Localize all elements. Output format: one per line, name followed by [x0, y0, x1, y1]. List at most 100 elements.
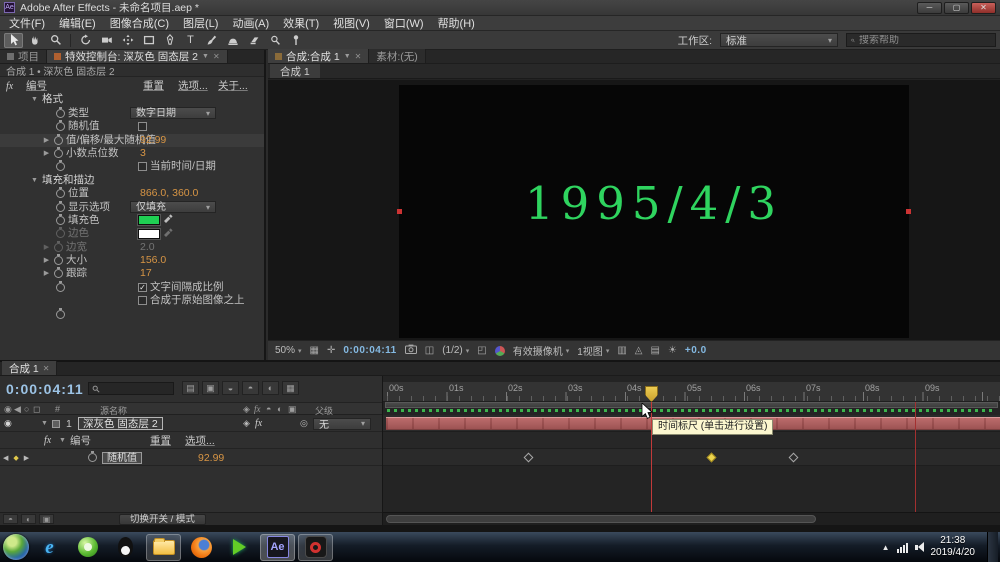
layer-handle-right[interactable]	[906, 209, 911, 214]
add-keyframe-icon[interactable]: ◆	[13, 454, 20, 462]
motion-blur-toggle-icon[interactable]: ▣	[39, 514, 54, 524]
twirl-icon[interactable]: ▶	[42, 267, 51, 280]
type-dropdown[interactable]: 数字日期	[130, 107, 216, 119]
taskbar-qq-icon[interactable]	[108, 534, 143, 561]
help-search-input[interactable]	[859, 35, 991, 46]
pen-tool[interactable]	[160, 33, 179, 48]
menu-window[interactable]: 窗口(W)	[377, 15, 431, 31]
stopwatch-icon[interactable]	[54, 243, 63, 252]
stopwatch-icon[interactable]	[56, 122, 65, 131]
taskbar-after-effects-icon[interactable]: Ae	[260, 534, 295, 561]
proportional-checkbox[interactable]: ✓	[138, 283, 147, 292]
menu-composition[interactable]: 图像合成(C)	[103, 15, 176, 31]
grid-guides-icon[interactable]: ▦	[310, 345, 319, 356]
timeline-tab[interactable]: 合成 1 ✕	[2, 361, 57, 375]
taskbar-clock[interactable]: 21:38 2019/4/20	[931, 535, 976, 559]
eyedropper-icon[interactable]	[163, 227, 173, 241]
panel-menu-icon[interactable]: ▼	[202, 53, 209, 60]
panel-menu-icon[interactable]: ▼	[344, 53, 351, 60]
menu-effect[interactable]: 效果(T)	[276, 15, 326, 31]
layer-row[interactable]: ◉ ▼ 1 深灰色 固态层 2 ◈ fx ◎ 无	[0, 415, 382, 432]
parent-pickwhip-icon[interactable]: ◎	[300, 418, 308, 429]
network-icon[interactable]	[897, 542, 908, 553]
zoom-tool[interactable]	[46, 33, 65, 48]
puppet-pin-tool[interactable]	[286, 33, 305, 48]
twirl-icon[interactable]: ▼	[58, 437, 67, 444]
scrollbar-thumb[interactable]	[386, 515, 816, 523]
random-checkbox[interactable]	[138, 122, 147, 131]
tracking-value[interactable]: 17	[140, 267, 152, 280]
stopwatch-icon[interactable]	[54, 149, 63, 158]
mini-flowchart-icon[interactable]: ▤	[650, 345, 659, 356]
display-options-dropdown[interactable]: 仅填充	[130, 201, 216, 213]
mini-flowchart-icon[interactable]: ▤	[182, 381, 199, 395]
timeline-effect-name[interactable]: 编号	[70, 433, 91, 448]
keyframe-icon[interactable]	[524, 453, 534, 463]
tab-project[interactable]: 项目	[0, 50, 47, 63]
draft-3d-icon[interactable]: ▣	[202, 381, 219, 395]
decimal-number[interactable]: 3	[140, 147, 146, 160]
twirl-icon[interactable]: ▶	[42, 147, 51, 160]
roto-brush-tool[interactable]	[265, 33, 284, 48]
timeline-search-input[interactable]	[103, 384, 170, 394]
stopwatch-icon[interactable]	[56, 189, 65, 198]
selection-tool[interactable]	[4, 33, 23, 48]
effect-name[interactable]: 编号	[26, 80, 47, 93]
eye-icon[interactable]: ◉	[4, 418, 12, 429]
size-value[interactable]: 156.0	[140, 254, 166, 267]
stroke-width-value[interactable]: 2.0	[140, 241, 155, 254]
stroke-color-swatch[interactable]	[138, 229, 160, 239]
value-number[interactable]: 92.99	[140, 134, 166, 147]
snapshot-icon[interactable]	[405, 344, 417, 357]
keyframe-icon-selected[interactable]	[707, 453, 717, 463]
show-snapshot-icon[interactable]: ◫	[425, 345, 434, 356]
hand-tool[interactable]	[25, 33, 44, 48]
maximize-button[interactable]: ▢	[944, 2, 969, 14]
stopwatch-icon[interactable]	[56, 203, 65, 212]
brush-tool[interactable]	[202, 33, 221, 48]
taskbar-media-icon[interactable]	[222, 534, 257, 561]
stopwatch-icon[interactable]	[56, 229, 65, 238]
graph-editor-icon[interactable]: ▦	[282, 381, 299, 395]
tab-composition[interactable]: 合成:合成 1 ▼ ✕	[268, 49, 369, 63]
comp-tab[interactable]: 合成 1	[270, 64, 320, 78]
twirl-icon[interactable]: ▶	[42, 254, 51, 267]
volume-icon[interactable]	[915, 542, 924, 552]
property-value[interactable]: 92.99	[198, 452, 224, 464]
start-button[interactable]	[3, 534, 29, 560]
text-tool[interactable]: T	[181, 33, 200, 48]
property-row[interactable]: ◀ ◆ ▶ 随机值 92.99	[0, 449, 382, 466]
stopwatch-icon[interactable]	[56, 310, 65, 319]
close-button[interactable]: ✕	[971, 2, 996, 14]
tray-expand-icon[interactable]: ▲	[882, 543, 890, 552]
twirl-icon[interactable]: ▼	[30, 174, 39, 187]
hide-shy-icon[interactable]: ◒	[222, 381, 239, 395]
quality-switch-icon[interactable]: ◈	[243, 418, 250, 429]
position-value[interactable]: 866.0, 360.0	[140, 187, 198, 200]
menu-edit[interactable]: 编辑(E)	[52, 15, 103, 31]
taskbar-recorder-icon[interactable]	[298, 534, 333, 561]
stopwatch-icon[interactable]	[56, 283, 65, 292]
twirl-icon[interactable]: ▶	[42, 134, 51, 147]
viewport-pasteboard[interactable]: 1995/4/3	[268, 80, 1000, 340]
fast-preview-icon[interactable]: ◬	[635, 345, 643, 356]
twirl-icon[interactable]: ▶	[42, 241, 51, 254]
twirl-icon[interactable]: ▼	[40, 420, 49, 427]
magnification-dropdown[interactable]: 50%	[275, 345, 302, 356]
layer-handle-left[interactable]	[397, 209, 402, 214]
workspace-dropdown[interactable]: 标准	[720, 33, 838, 47]
taskbar-browser-icon[interactable]	[70, 534, 105, 561]
current-timecode[interactable]: 0:00:04:11	[6, 381, 84, 397]
frame-blend-toggle-icon[interactable]: ◐	[21, 514, 36, 524]
motion-blur-icon[interactable]: ◐	[262, 381, 279, 395]
effect-about-button[interactable]: 关于...	[218, 80, 248, 93]
camera-tool[interactable]	[97, 33, 116, 48]
stopwatch-icon[interactable]	[54, 269, 63, 278]
group-format-row[interactable]: ▼格式	[0, 93, 264, 106]
tab-footage[interactable]: 素材:(无)	[369, 49, 425, 63]
menu-help[interactable]: 帮助(H)	[431, 15, 482, 31]
toggle-switches-modes-button[interactable]: 切换开关 / 模式	[119, 514, 206, 525]
resolution-dropdown[interactable]: (1/2)	[442, 345, 469, 356]
stopwatch-icon[interactable]	[56, 109, 65, 118]
pixel-aspect-icon[interactable]: ▥	[617, 345, 626, 356]
